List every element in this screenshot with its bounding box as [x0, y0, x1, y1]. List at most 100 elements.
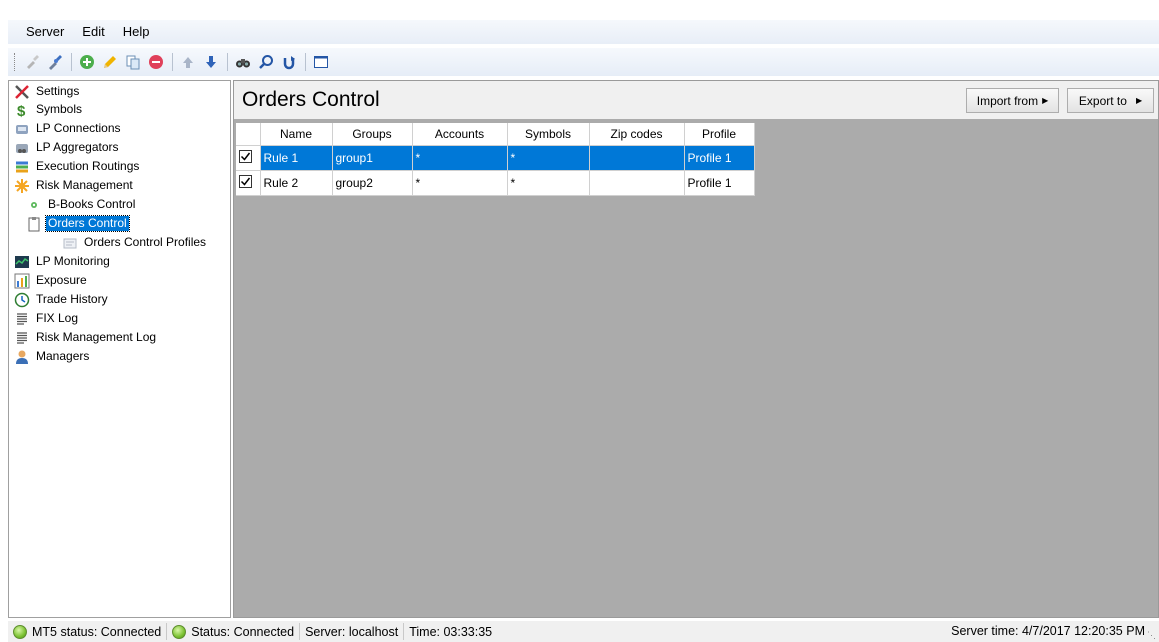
tree-item-b-books-control[interactable]: B-Books Control	[26, 196, 137, 213]
toolbar-separator	[172, 53, 173, 71]
status-ok-icon	[13, 624, 27, 639]
tree-item-label: FIX Log	[36, 311, 79, 325]
tree-item-label: LP Aggregators	[36, 140, 119, 154]
column-header-symbols[interactable]: Symbols	[507, 123, 590, 146]
tree-item-lp-aggregators[interactable]: LP Aggregators	[14, 139, 121, 156]
main-panel: Orders Control Import from ▶ Export to ▶…	[233, 80, 1159, 618]
exposure-icon	[14, 273, 30, 289]
refresh-icon[interactable]	[278, 51, 300, 73]
toolbar-grip[interactable]	[14, 53, 17, 71]
cell-zip-codes[interactable]	[589, 145, 685, 171]
disconnect-icon[interactable]	[44, 51, 66, 73]
server-time: Server time: 4/7/2017 12:20:35 PM	[951, 624, 1145, 638]
column-header-zip-codes[interactable]: Zip codes	[589, 123, 685, 146]
tree-item-fix-log[interactable]: FIX Log	[14, 310, 80, 327]
tree-item-symbols[interactable]: $ Symbols	[14, 101, 84, 118]
tree-item-orders-control-profiles[interactable]: Orders Control Profiles	[62, 234, 208, 251]
cell-accounts[interactable]: *	[412, 170, 508, 196]
checkbox-checked-icon[interactable]	[239, 150, 252, 163]
cell-symbols[interactable]: *	[507, 145, 590, 171]
tree-item-label: Exposure	[36, 273, 87, 287]
move-up-icon[interactable]	[177, 51, 199, 73]
column-header-groups[interactable]: Groups	[332, 123, 413, 146]
window-icon[interactable]	[310, 51, 332, 73]
app-window: Server Edit Help Settings $ Symbols LP C…	[0, 0, 1159, 642]
tree-item-settings[interactable]: Settings	[14, 83, 81, 100]
cell-groups[interactable]: group2	[332, 170, 413, 196]
cell-profile[interactable]: Profile 1	[684, 170, 755, 196]
column-header-check[interactable]	[236, 123, 261, 146]
tree-item-label: Trade History	[36, 292, 108, 306]
table-row[interactable]: Rule 2 group2 * * Profile 1	[236, 170, 755, 196]
import-from-button[interactable]: Import from ▶	[966, 88, 1059, 113]
menu-edit[interactable]: Edit	[73, 20, 113, 44]
cell-name[interactable]: Rule 2	[260, 170, 333, 196]
tree-item-label: B-Books Control	[48, 197, 136, 211]
tree-item-label: Symbols	[36, 102, 83, 116]
tree-item-trade-history[interactable]: Trade History	[14, 291, 110, 308]
orders-control-icon	[26, 216, 42, 232]
lp-aggregators-icon	[14, 140, 30, 156]
cell-groups[interactable]: group1	[332, 145, 413, 171]
menu-bar: Server Edit Help	[8, 20, 1159, 44]
connection-status-text: Status: Connected	[191, 624, 295, 639]
svg-text:$: $	[17, 103, 26, 118]
lp-connections-icon	[14, 121, 30, 137]
server-status-text: Server: localhost	[305, 624, 399, 639]
lp-monitoring-icon	[14, 254, 30, 270]
tree-item-execution-routings[interactable]: Execution Routings	[14, 158, 141, 175]
copy-icon[interactable]	[122, 51, 144, 73]
table-header-row: Name Groups Accounts Symbols Zip codes P…	[236, 123, 755, 146]
column-header-profile[interactable]: Profile	[684, 123, 755, 146]
orders-control-table[interactable]: Name Groups Accounts Symbols Zip codes P…	[236, 123, 755, 196]
tree-item-lp-connections[interactable]: LP Connections	[14, 120, 123, 137]
tree-item-label: Settings	[36, 84, 80, 98]
column-header-accounts[interactable]: Accounts	[412, 123, 508, 146]
toolbar	[8, 48, 1159, 76]
risk-log-icon	[14, 330, 30, 346]
table-row[interactable]: Rule 1 group1 * * Profile 1	[236, 145, 755, 171]
tree-item-orders-control[interactable]: Orders Control	[26, 215, 130, 232]
cell-accounts[interactable]: *	[412, 145, 508, 171]
connect-icon[interactable]	[21, 51, 43, 73]
tree-item-risk-management[interactable]: Risk Management	[14, 177, 135, 194]
tree-item-label: LP Connections	[36, 121, 121, 135]
move-down-icon[interactable]	[200, 51, 222, 73]
tree-item-label: Orders Control	[45, 215, 130, 232]
connection-status: Status: Connected	[167, 623, 301, 640]
chevron-right-icon: ▶	[1135, 96, 1143, 105]
row-check-cell[interactable]	[236, 170, 261, 196]
tree-item-exposure[interactable]: Exposure	[14, 272, 89, 289]
profiles-icon	[62, 235, 78, 251]
navigation-tree[interactable]: Settings $ Symbols LP Connections LP Agg…	[8, 80, 231, 618]
cell-symbols[interactable]: *	[507, 170, 590, 196]
search-icon[interactable]	[255, 51, 277, 73]
export-to-button[interactable]: Export to ▶	[1067, 88, 1154, 113]
time-status: Time: 03:33:35	[404, 623, 497, 640]
column-header-name[interactable]: Name	[260, 123, 333, 146]
settings-icon	[14, 84, 30, 100]
tree-item-label: Execution Routings	[36, 159, 140, 173]
tree-item-risk-management-log[interactable]: Risk Management Log	[14, 329, 158, 346]
execution-routings-icon	[14, 159, 30, 175]
tree-item-managers[interactable]: Managers	[14, 348, 91, 365]
add-icon[interactable]	[76, 51, 98, 73]
mt5-status-text: MT5 status: Connected	[32, 624, 162, 639]
edit-icon[interactable]	[99, 51, 121, 73]
find-icon[interactable]	[232, 51, 254, 73]
cell-zip-codes[interactable]	[589, 170, 685, 196]
cell-name[interactable]: Rule 1	[260, 145, 333, 171]
managers-icon	[14, 349, 30, 365]
checkbox-checked-icon[interactable]	[239, 175, 252, 188]
row-check-cell[interactable]	[236, 145, 261, 171]
risk-management-icon	[14, 178, 30, 194]
menu-server[interactable]: Server	[8, 20, 73, 44]
toolbar-separator	[227, 53, 228, 71]
resize-grip-icon[interactable]: ⋱	[1147, 630, 1157, 640]
cell-profile[interactable]: Profile 1	[684, 145, 755, 171]
tree-item-lp-monitoring[interactable]: LP Monitoring	[14, 253, 112, 270]
trade-history-icon	[14, 292, 30, 308]
menu-help[interactable]: Help	[114, 20, 159, 44]
delete-icon[interactable]	[145, 51, 167, 73]
server-status: Server: localhost	[300, 623, 405, 640]
